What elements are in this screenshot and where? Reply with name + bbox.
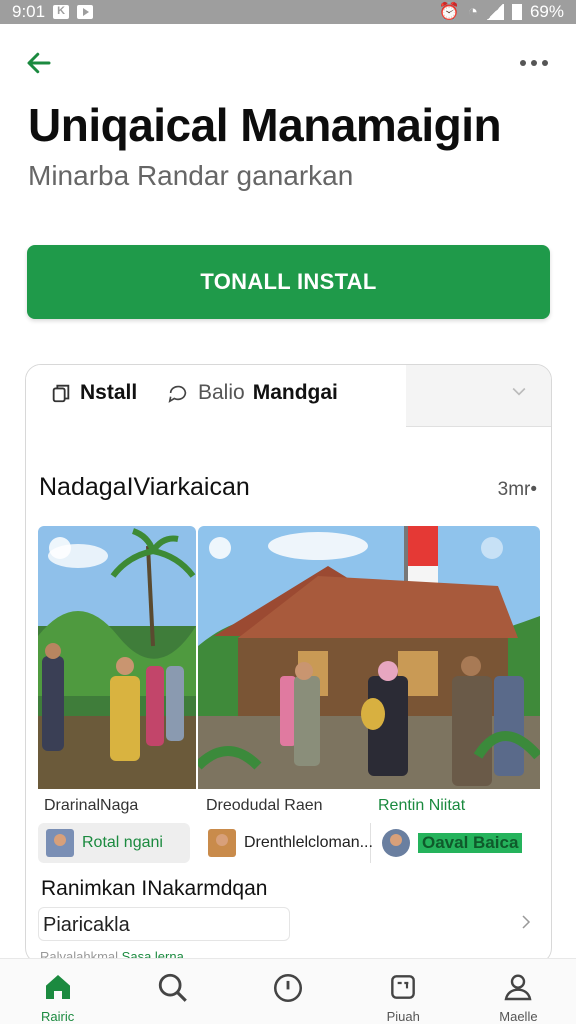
bottom-navigation: Rairic Piuah Maelle — [0, 958, 576, 1024]
village-people-photo — [38, 526, 196, 789]
app-title: Uniqaical Manamaigin — [28, 99, 502, 151]
notification-k-icon — [53, 5, 70, 19]
copy-icon — [52, 384, 70, 403]
nav-home-label: Rairic — [40, 1009, 75, 1024]
list-item[interactable]: Piaricakla — [38, 907, 290, 941]
author-chip-2[interactable]: Drenthlelcloman... — [200, 823, 373, 863]
more-options-icon[interactable] — [520, 60, 548, 66]
notification-play-icon — [77, 5, 94, 19]
photo-caption-3: Rentin Niitat — [378, 797, 466, 814]
segment-bar: Nstall Balio Mandgai — [26, 365, 551, 427]
author-name-3: Oaval Baica — [418, 833, 523, 853]
updates-icon — [391, 975, 416, 999]
top-app-bar — [0, 40, 576, 88]
status-bar: 9:01 ⏰ ◔ 69% — [0, 0, 576, 24]
nav-history[interactable] — [230, 959, 345, 1024]
nav-profile-label: Maelle — [499, 1009, 538, 1024]
profile-icon — [504, 974, 532, 1001]
battery-level: 69% — [529, 2, 564, 21]
nav-search[interactable] — [115, 959, 230, 1024]
status-time: 9:01 — [12, 2, 46, 21]
list-section-title: Ranimkan INakarmdqan — [41, 877, 268, 900]
avatar — [382, 829, 410, 857]
clock-icon — [273, 973, 303, 1003]
author-chip-1[interactable]: Rotal ngani — [38, 823, 190, 863]
chevron-right-icon[interactable] — [517, 913, 535, 931]
home-icon — [45, 975, 70, 999]
tab-comments-prefix: Balio — [198, 381, 245, 404]
chevron-down-icon[interactable] — [509, 381, 529, 401]
tab-comments[interactable]: Balio Mandgai — [166, 381, 338, 405]
content-card: Nstall Balio Mandgai NadagaIViarkaican 3… — [25, 364, 552, 964]
install-button[interactable]: TONALL INSTAL — [27, 245, 550, 319]
nav-updates-label: Piuah — [386, 1009, 420, 1024]
photo-caption-1: DrarinalNaga — [44, 797, 139, 814]
section-title: NadagaIViarkaican — [39, 473, 250, 501]
section-count: 3mr• — [497, 479, 537, 500]
tab-install[interactable]: Nstall — [50, 381, 137, 405]
signal-icon — [485, 4, 504, 20]
app-subtitle: Minarba Randar ganarkan — [28, 160, 354, 191]
photo-caption-2: Dreodudal Raen — [206, 797, 323, 814]
wifi-icon: ◔ — [467, 2, 478, 21]
nav-updates[interactable]: Piuah — [346, 959, 461, 1024]
tab-install-label: Nstall — [80, 381, 138, 404]
battery-icon — [511, 4, 522, 20]
author-chip-3[interactable]: Oaval Baica — [374, 823, 540, 863]
author-name-1: Rotal ngani — [82, 834, 163, 851]
gallery-photo-2[interactable] — [198, 526, 540, 789]
avatar — [208, 829, 236, 857]
search-icon — [158, 973, 187, 1002]
village-house-photo — [198, 526, 540, 789]
avatar — [46, 829, 74, 857]
gallery-photo-1[interactable] — [38, 526, 196, 789]
nav-home[interactable]: Rairic — [0, 959, 115, 1024]
author-name-2: Drenthlelcloman... — [244, 834, 373, 851]
chat-bubble-icon — [168, 385, 187, 403]
tab-comments-label: Mandgai — [252, 381, 338, 404]
back-arrow-icon[interactable] — [24, 48, 54, 78]
nav-profile[interactable]: Maelle — [461, 959, 576, 1024]
alarm-icon: ⏰ — [438, 2, 460, 21]
